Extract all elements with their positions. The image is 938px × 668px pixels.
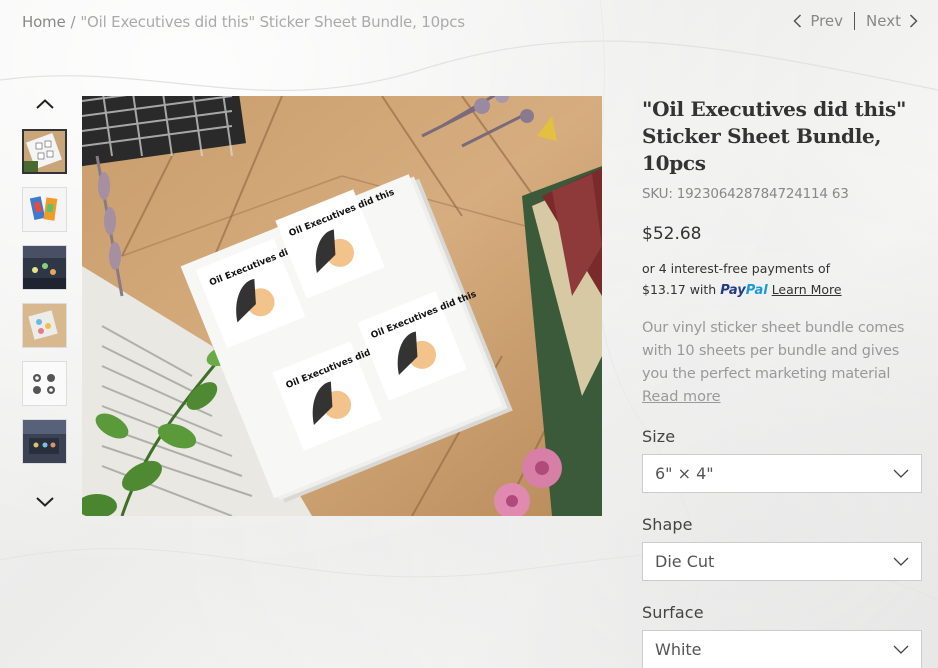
chevron-up-icon: [36, 99, 54, 109]
chevron-down-icon: [893, 469, 909, 478]
thumbnail-5-image: [23, 362, 66, 405]
thumbnail-6-image: [23, 420, 66, 463]
surface-select-value: White: [655, 640, 702, 659]
chevron-right-icon: [909, 14, 918, 28]
surface-label: Surface: [642, 603, 704, 622]
thumbnail-scroll-down-button[interactable]: [22, 490, 68, 514]
shape-label: Shape: [642, 515, 693, 534]
prev-button[interactable]: Prev: [793, 12, 843, 30]
thumbnail-2-image: [23, 188, 66, 231]
product-info-panel: "Oil Executives did this" Sticker Sheet …: [642, 96, 924, 668]
next-button[interactable]: Next: [866, 12, 918, 30]
shape-select[interactable]: Die Cut: [642, 542, 922, 581]
thumbnail-4-image: [23, 304, 66, 347]
paypal-logo: PayPal: [720, 283, 767, 298]
product-price: $52.68: [642, 224, 702, 244]
product-sku: SKU: 192306428784724114 63: [642, 186, 849, 202]
chevron-down-icon: [36, 497, 54, 507]
breadcrumb-separator: /: [70, 13, 76, 31]
paypal-logo-part-2: Pal: [745, 283, 768, 298]
breadcrumb-current: "Oil Executives did this" Sticker Sheet …: [80, 13, 465, 31]
surface-select[interactable]: White: [642, 630, 922, 668]
size-select[interactable]: 6" × 4": [642, 454, 922, 493]
paypal-logo-part-1: Pay: [720, 283, 746, 298]
thumbnail-5[interactable]: [22, 361, 67, 406]
thumbnail-3-image: [23, 246, 66, 289]
installments-line-2: $13.17 with PayPal Learn More: [642, 279, 924, 301]
prev-label: Prev: [810, 12, 844, 30]
installments-info: or 4 interest-free payments of $13.17 wi…: [642, 258, 924, 301]
breadcrumb: Home / "Oil Executives did this" Sticker S…: [22, 13, 465, 31]
pager-divider: [854, 12, 856, 30]
installment-amount: $13.17 with: [642, 282, 717, 297]
size-label: Size: [642, 427, 676, 446]
breadcrumb-home-link[interactable]: Home: [22, 13, 66, 31]
thumbnail-1[interactable]: [22, 129, 67, 174]
learn-more-link[interactable]: Learn More: [772, 282, 842, 297]
size-select-value: 6" × 4": [655, 464, 714, 483]
thumbnail-3[interactable]: [22, 245, 67, 290]
product-photo: Oil Executives did this Oil Executives d…: [82, 96, 602, 516]
read-more-link[interactable]: Read more: [642, 389, 721, 405]
thumbnail-4[interactable]: [22, 303, 67, 348]
product-pager: Prev Next: [793, 12, 918, 30]
chevron-down-icon: [893, 557, 909, 566]
chevron-down-icon: [893, 645, 909, 654]
product-description: Our vinyl sticker sheet bundle comes wit…: [642, 320, 905, 382]
product-title: "Oil Executives did this" Sticker Sheet …: [642, 97, 907, 175]
thumbnail-2[interactable]: [22, 187, 67, 232]
thumbnail-gallery: [22, 92, 68, 514]
thumbnail-6[interactable]: [22, 419, 67, 464]
main-product-image[interactable]: Oil Executives did this Oil Executives d…: [82, 96, 602, 516]
installments-line-1: or 4 interest-free payments of: [642, 261, 830, 276]
thumbnail-1-image: [24, 131, 65, 172]
chevron-left-icon: [793, 14, 802, 28]
next-label: Next: [866, 12, 901, 30]
thumbnail-scroll-up-button[interactable]: [22, 92, 68, 116]
shape-select-value: Die Cut: [655, 552, 715, 571]
